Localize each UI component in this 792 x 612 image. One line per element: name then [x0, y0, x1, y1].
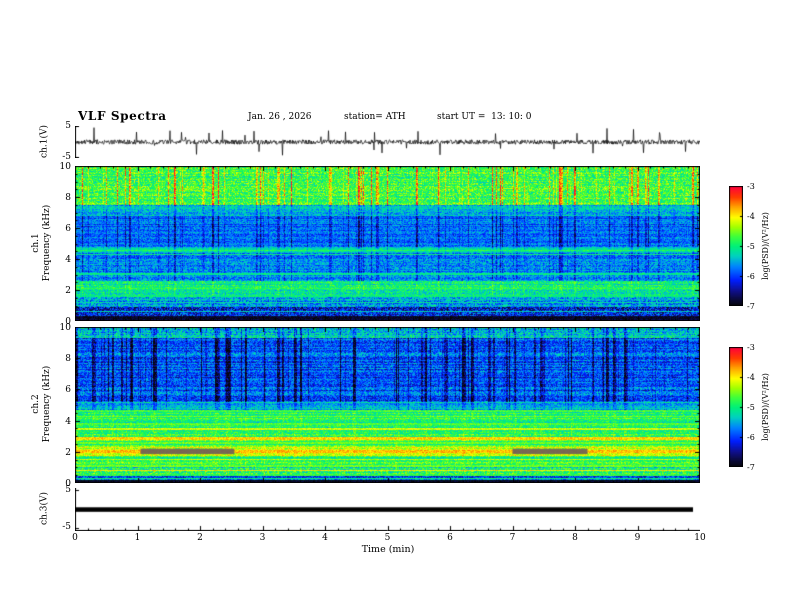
ch1-wave-y-tick-label: -5 [62, 152, 71, 162]
ch1-spectrogram [75, 166, 700, 321]
ch3-wave-y-axis-title: ch.3(V) [40, 479, 51, 539]
colorbar-ch2 [729, 347, 743, 467]
ch1-spec-y-tick-label: 10 [59, 162, 71, 172]
colorbar1-tick-label: -5 [747, 242, 755, 251]
figure-title: VLF Spectra [78, 109, 167, 123]
ch1-spec-y-tick-label: 8 [65, 193, 71, 203]
x-axis-title: Time (min) [361, 544, 415, 555]
ch2-spec-ylabel-line2: Frequency (kHz) [42, 365, 52, 443]
ch3-wave-y-tick-label: -5 [62, 522, 71, 532]
colorbar2-tick-label: -6 [747, 433, 755, 442]
x-tick-label: 6 [447, 533, 453, 543]
ch1-wave-y-tick-label: 5 [65, 121, 71, 131]
colorbar2-label-text: log(PSD)/(V²/Hz) [761, 373, 770, 441]
ch2-spec-y-tick-label: 8 [65, 354, 71, 365]
x-tick-label: 8 [572, 533, 578, 543]
colorbar-ch1 [729, 186, 743, 306]
colorbar2-tick-label: -5 [747, 403, 755, 412]
x-tick-label: 9 [634, 533, 641, 543]
colorbar1-tick-label: -6 [747, 272, 755, 281]
ch1-spec-y-tick-label: 4 [65, 255, 71, 265]
ch1-spec-y-tick-label: 6 [65, 224, 71, 234]
ch1-spec-y-axis-title: ch.1 Frequency (kHz) [31, 187, 53, 299]
colorbar2-tick-label: -7 [747, 463, 755, 472]
ch1-wave-y-axis-title: ch.1(V) [40, 112, 51, 172]
x-tick-label: 3 [259, 533, 266, 543]
x-tick-label: 10 [694, 533, 706, 543]
colorbar1-label-text: log(PSD)/(V²/Hz) [761, 212, 770, 280]
ch1-spec-ylabel-line2: Frequency (kHz) [42, 204, 52, 282]
ch2-spec-y-tick-label: 4 [65, 416, 71, 427]
colorbar1-tick-label: -3 [747, 182, 755, 191]
ch2-spec-y-tick-label: 10 [59, 323, 71, 333]
ch2-spec-y-tick-label: 2 [65, 447, 71, 458]
header-station: station= ATH [344, 112, 406, 122]
ch3-wave-y-tick-label: 5 [65, 485, 71, 495]
header-date: Jan. 26 , 2026 [248, 112, 312, 122]
x-tick-label: 5 [384, 533, 391, 543]
ch2-spec-y-axis-title: ch.2 Frequency (kHz) [31, 348, 53, 460]
colorbar2-tick-label: -3 [747, 343, 755, 352]
ch2-spectrogram [75, 327, 700, 483]
vlf-spectra-figure: VLF Spectra Jan. 26 , 2026 station= ATH … [0, 0, 792, 612]
colorbar1-tick-label: -7 [747, 302, 755, 311]
x-tick-label: 7 [509, 533, 516, 543]
colorbar1-tick-label: -4 [747, 212, 755, 221]
colorbar2-tick-label: -4 [747, 373, 755, 382]
ch1-wave-ylabel-text: ch.1(V) [39, 125, 50, 158]
ch1-spec-y-tick-label: 2 [65, 286, 71, 296]
colorbar2-axis-title: log(PSD)/(V²/Hz) [761, 347, 771, 467]
header-start-ut: start UT = 13: 10: 0 [437, 112, 532, 122]
ch2-spec-ylabel-line1: ch.2 [31, 394, 41, 414]
x-tick-label: 1 [134, 533, 141, 543]
ch3-waveform-plot [75, 488, 700, 531]
colorbar1-axis-title: log(PSD)/(V²/Hz) [761, 186, 771, 306]
x-tick-label: 2 [197, 533, 203, 543]
ch1-waveform-plot [75, 126, 700, 158]
x-tick-label: 4 [322, 533, 328, 543]
ch2-spec-y-tick-label: 6 [65, 385, 71, 396]
x-tick-label: 0 [72, 533, 78, 543]
ch3-wave-ylabel-text: ch.3(V) [39, 492, 50, 525]
ch1-spec-ylabel-line1: ch.1 [31, 233, 41, 253]
